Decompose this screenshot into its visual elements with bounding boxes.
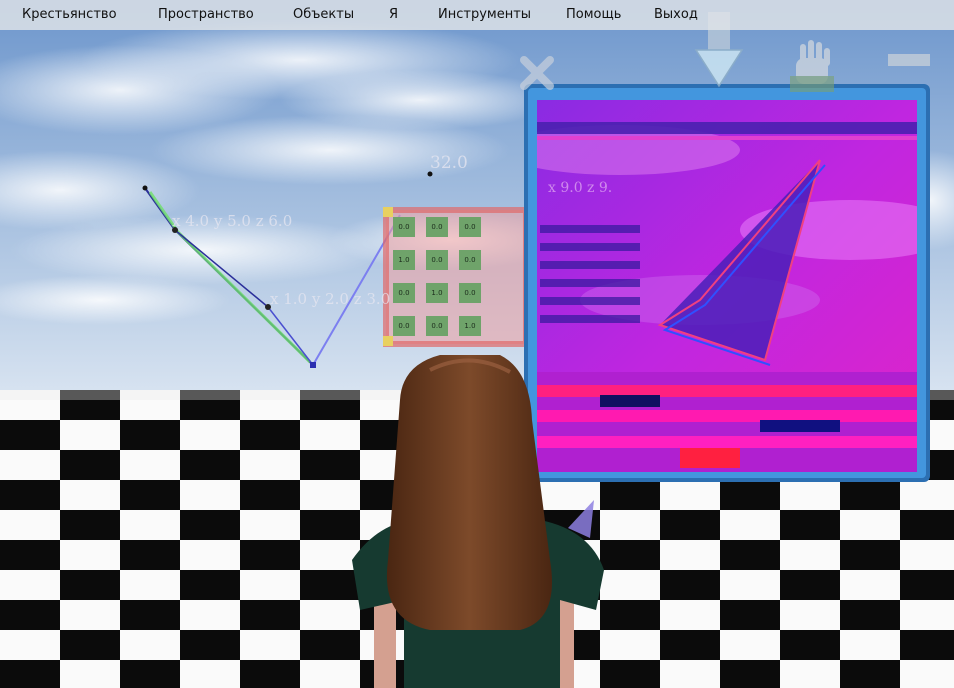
matrix-cell[interactable]: 0.0 [459,217,481,237]
menu-me[interactable]: Я [389,7,398,22]
matrix-cell[interactable]: 0.0 [426,250,448,270]
matrix-cell[interactable]: 0.0 [393,217,415,237]
point-a-label: x 4.0 y 5.0 z 6.0 [172,212,293,230]
point-b-label: x 1.0 y 2.0 z 3.0 [270,290,391,308]
menu-bar: Крестьянство Пространство Объекты Я Инст… [0,0,954,30]
value-label: 32.0 [430,153,468,173]
matrix-cell[interactable]: 1.0 [459,316,481,336]
matrix-cell[interactable]: 1.0 [393,250,415,270]
menu-tools[interactable]: Инструменты [438,7,531,22]
matrix-cell[interactable]: 1.0 [426,283,448,303]
matrix-cell[interactable]: 0.0 [393,283,415,303]
matrix-cell[interactable]: 0.0 [459,283,481,303]
menu-peasantry[interactable]: Крестьянство [22,7,117,22]
matrix-cell[interactable]: 0.0 [426,316,448,336]
3d-scene[interactable] [0,0,954,688]
matrix-cell[interactable]: 0.0 [459,250,481,270]
menu-space[interactable]: Пространство [158,7,254,22]
matrix-cell[interactable]: 0.0 [426,217,448,237]
matrix-cell[interactable]: 0.0 [393,316,415,336]
menu-help[interactable]: Помощь [566,7,621,22]
menu-objects[interactable]: Объекты [293,7,354,22]
screen-point-label: x 9.0 z 9. [548,180,613,196]
minimize-icon[interactable] [888,54,930,66]
menu-exit[interactable]: Выход [654,7,698,22]
virtual-screen[interactable] [500,84,954,482]
